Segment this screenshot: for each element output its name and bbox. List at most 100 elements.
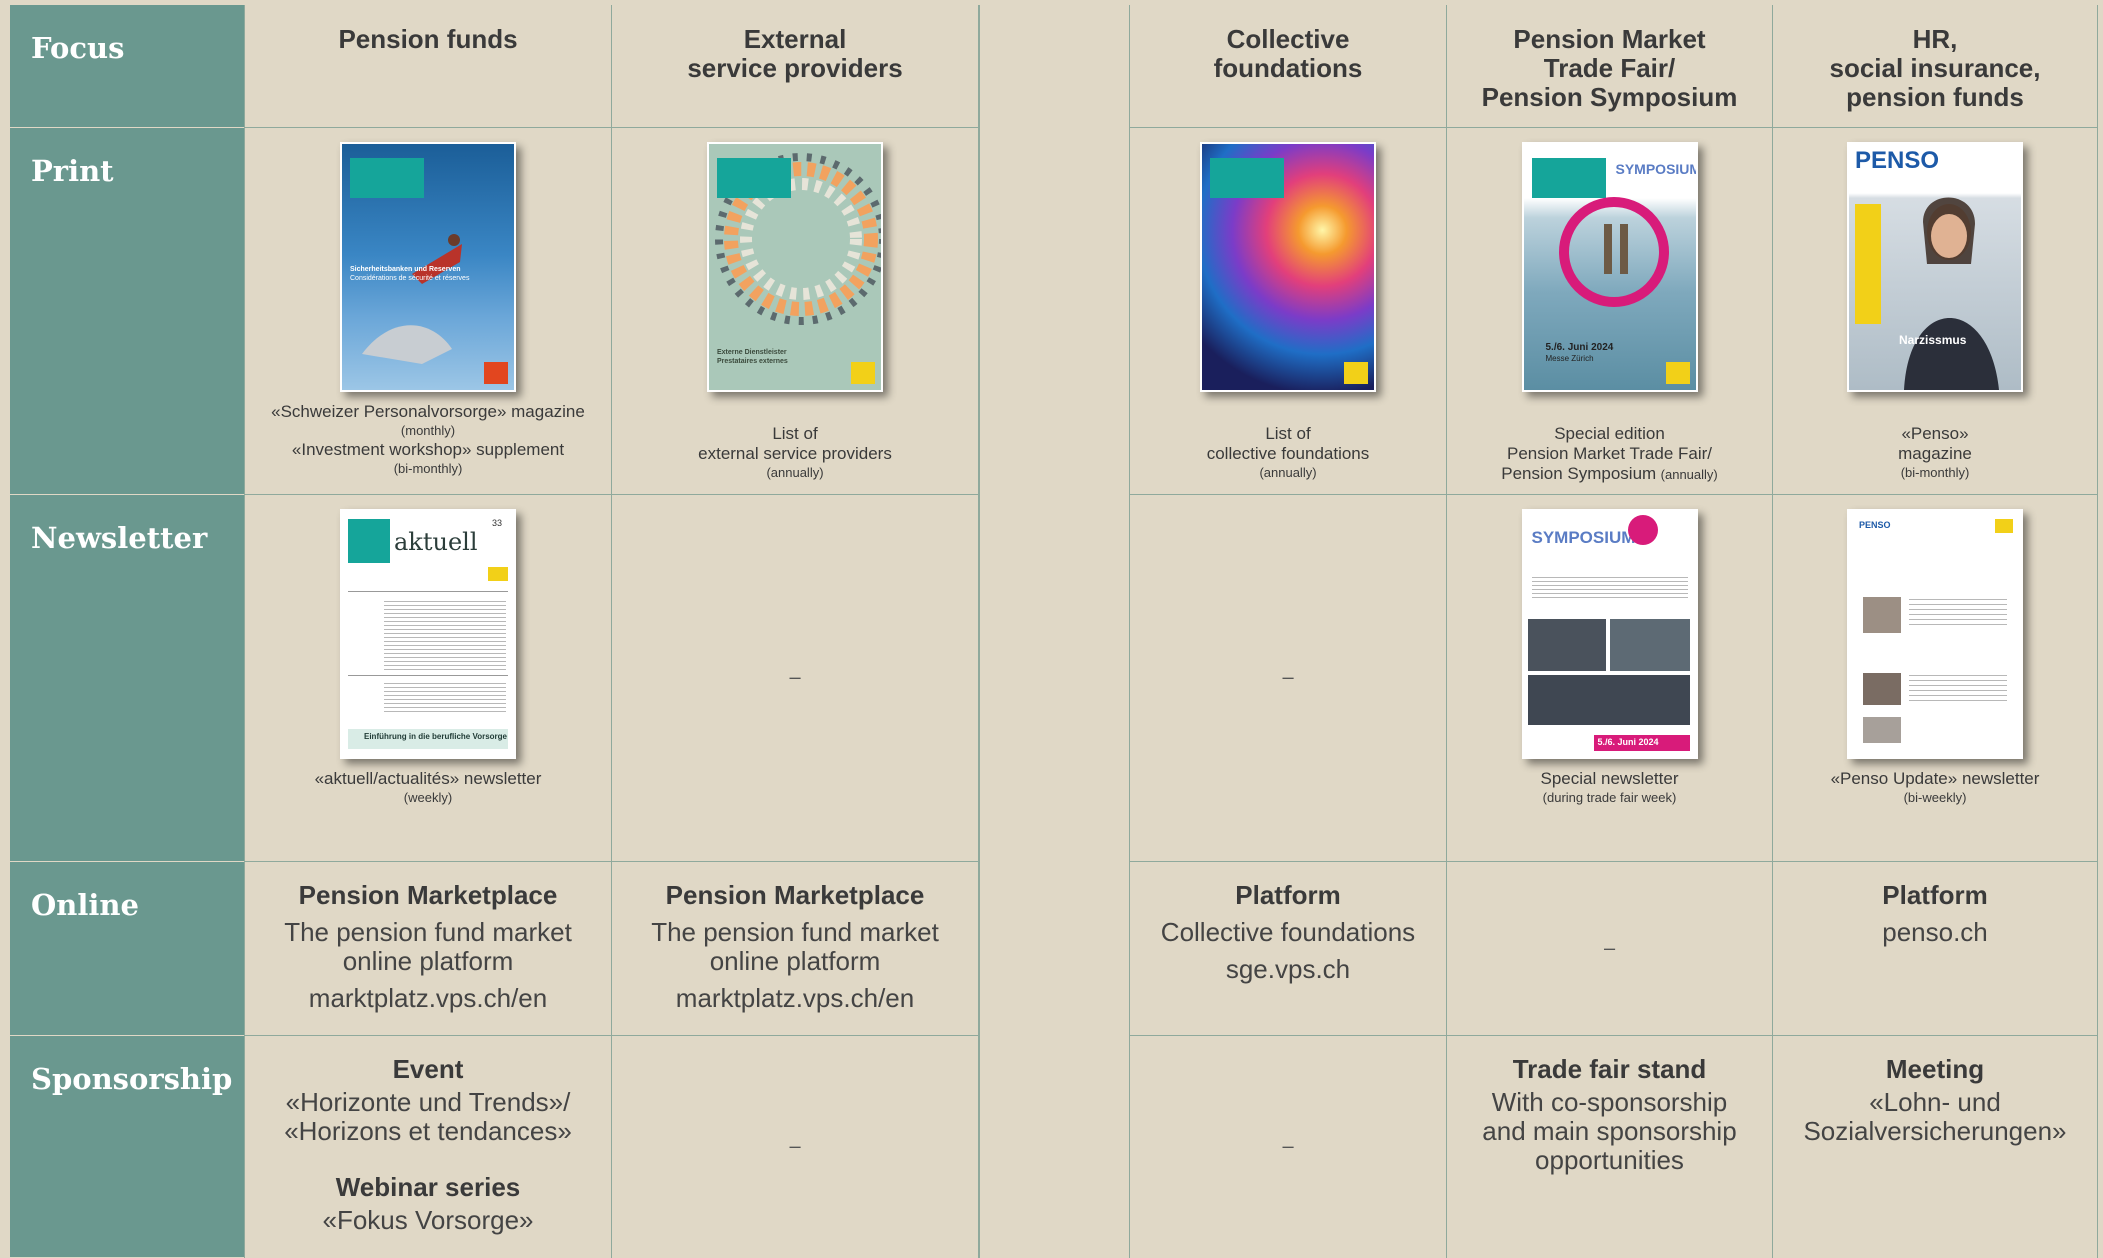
newsletter-date: 5./6. Juni 2024: [1597, 737, 1659, 747]
magenta-badge: [1627, 515, 1658, 545]
cover-subheadline: Considérations de sécurité et réserves: [350, 275, 470, 282]
column-header-line: social insurance,: [1829, 53, 2041, 83]
publisher-logo: [1995, 519, 2013, 533]
penso-logo: PENSO: [1859, 520, 1891, 530]
print-caption: List of: [1265, 424, 1311, 443]
column-header-pension-funds: Pension funds: [244, 5, 612, 128]
sponsorship-pension-market: Trade fair stand With co-sponsorship and…: [1447, 1036, 1773, 1258]
cover-date: 5./6. Juni 2024: [1545, 342, 1614, 353]
newsletter-collective-foundations: –: [1129, 495, 1447, 862]
online-heading: Pension Marketplace: [665, 880, 925, 910]
newsletter-masthead-block: [348, 519, 390, 563]
article-text-lines: [1531, 577, 1688, 599]
print-frequency: (annually): [1259, 465, 1317, 480]
online-url-link[interactable]: penso.ch: [1773, 918, 2097, 947]
cover-title-block: [1210, 158, 1284, 198]
event-photo: [1527, 619, 1606, 671]
article-text-lines: [384, 683, 506, 713]
article-thumbnail: [1863, 673, 1901, 705]
online-url-link[interactable]: marktplatz.vps.ch/en: [612, 984, 978, 1013]
sponsorship-description: «Lohn- und: [1869, 1087, 2001, 1117]
online-url-link[interactable]: marktplatz.vps.ch/en: [245, 984, 611, 1013]
event-photo: [1609, 619, 1690, 671]
magazine-cover-image: Sicherheitsbanken und Reserven Considéra…: [340, 142, 516, 392]
publisher-logo: [484, 362, 508, 384]
online-description: The pension fund market: [651, 917, 939, 947]
newsletter-pension-funds: aktuell 33 Einführung in die berufliche …: [244, 495, 612, 862]
newsletter-issue-number: 33: [492, 518, 503, 528]
article-text-lines: [1909, 675, 2007, 703]
column-header-line: foundations: [1213, 53, 1363, 83]
print-caption: Pension Market Trade Fair/: [1506, 444, 1713, 463]
cover-headline: Sicherheitsbanken und Reserven: [350, 266, 461, 273]
empty-dash: –: [1282, 1135, 1294, 1158]
online-pension-funds: Pension Marketplace The pension fund mar…: [244, 862, 612, 1036]
print-pension-funds: Sicherheitsbanken und Reserven Considéra…: [244, 128, 612, 495]
print-caption: «Schweizer Personalvorsorge» magazine: [271, 402, 585, 421]
print-collective-foundations: List of collective foundations (annually…: [1129, 128, 1447, 495]
column-header-line: pension funds: [1846, 82, 2024, 112]
sponsorship-description: opportunities: [1535, 1145, 1684, 1175]
print-caption: external service providers: [698, 444, 892, 463]
newsletter-preview-image: aktuell 33 Einführung in die berufliche …: [340, 509, 516, 759]
online-description: online platform: [709, 946, 881, 976]
newsletter-caption: Special newsletter: [1540, 769, 1679, 788]
special-edition-cover-image: SYMPOSIUM 5./6. Juni 2024 Messe Zürich: [1521, 142, 1698, 392]
print-caption: Special edition: [1554, 424, 1665, 443]
cover-headline: Narzissmus: [1899, 333, 1967, 347]
print-caption: collective foundations: [1206, 444, 1370, 463]
print-hr: PENSO Narzissmus «Penso» magazine (bi-mo…: [1773, 128, 2098, 495]
sponsorship-heading: Trade fair stand: [1512, 1054, 1707, 1084]
sponsorship-description: «Horizonte und Trends»/: [285, 1087, 571, 1117]
empty-dash: –: [789, 666, 801, 689]
online-description: Collective foundations: [1160, 917, 1416, 947]
publisher-logo: [488, 567, 508, 581]
newsletter-pension-market: SYMPOSIUM 5./6. Juni 2024 Special newsle…: [1447, 495, 1773, 862]
newsletter-frequency: (during trade fair week): [1542, 790, 1677, 805]
column-header-text: Pension funds: [338, 24, 518, 54]
publisher-logo: [1344, 362, 1368, 384]
row-label-print: Print: [10, 128, 244, 495]
empty-dash: –: [1282, 666, 1294, 689]
column-header-line: Trade Fair/: [1543, 53, 1676, 83]
symposium-mark: SYMPOSIUM: [1531, 528, 1636, 547]
row-label-newsletter: Newsletter: [10, 495, 244, 862]
spacer-column: [979, 5, 1129, 1258]
online-heading: Platform: [1235, 880, 1341, 910]
newsletter-preview-image: PENSO: [1847, 509, 2023, 759]
online-pension-market: –: [1447, 862, 1773, 1036]
print-external-service-providers: Externe Dienstleister Prestataires exter…: [612, 128, 979, 495]
publisher-logo: [851, 362, 875, 384]
divider: [348, 675, 508, 676]
empty-dash: –: [789, 1135, 801, 1158]
newsletter-caption: «Penso Update» newsletter: [1830, 769, 2040, 788]
article-thumbnail: [1863, 597, 1901, 633]
online-heading: Pension Marketplace: [298, 880, 558, 910]
print-frequency: (bi-monthly): [393, 461, 463, 476]
row-label-focus: Focus: [10, 5, 244, 128]
sponsorship-heading: Event: [392, 1054, 464, 1084]
print-caption: List of: [772, 424, 818, 443]
newsletter-preview-image: SYMPOSIUM 5./6. Juni 2024: [1521, 509, 1698, 759]
column-header-line: HR,: [1912, 24, 1958, 54]
newsletter-hr: PENSO «Penso Update» newsletter (bi-week…: [1773, 495, 2098, 862]
newsletter-banner-text: Einführung in die berufliche Vorsorge: [364, 732, 507, 741]
row-label-online: Online: [10, 862, 244, 1036]
print-caption: Pension Symposium: [1501, 464, 1657, 483]
column-header-line: Collective: [1226, 24, 1350, 54]
cover-headline: Externe Dienstleister: [717, 349, 787, 356]
sponsorship-heading: Meeting: [1885, 1054, 1985, 1084]
column-header-hr: HR, social insurance, pension funds: [1773, 5, 2098, 128]
print-frequency: (monthly): [400, 423, 456, 438]
cover-title-block: [717, 158, 791, 198]
sponsorship-collective-foundations: –: [1129, 1036, 1447, 1258]
print-caption: «Penso»: [1901, 424, 1969, 443]
event-photo: [1527, 675, 1690, 725]
article-text-lines: [384, 601, 506, 671]
online-url-link[interactable]: sge.vps.ch: [1130, 955, 1446, 984]
list-cover-image: [1200, 142, 1376, 392]
article-thumbnail: [1863, 717, 1901, 743]
row-label-sponsorship: Sponsorship: [10, 1036, 244, 1258]
print-caption: «Investment workshop» supplement: [291, 440, 565, 459]
divider: [348, 591, 508, 592]
